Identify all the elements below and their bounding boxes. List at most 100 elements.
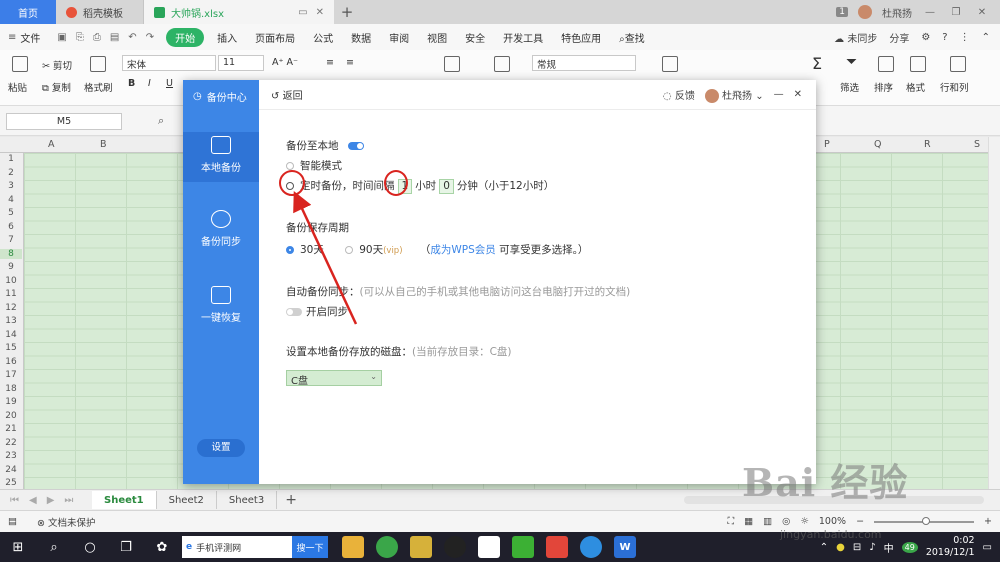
paste-button[interactable]: 粘贴 — [8, 80, 27, 94]
print-icon[interactable]: ⎙ — [93, 32, 101, 43]
tab-developer[interactable]: 开发工具 — [494, 30, 552, 45]
row-header[interactable]: 18 — [0, 384, 22, 394]
window-mode-icon[interactable]: ▭ — [298, 7, 307, 18]
row-header[interactable]: 8 — [0, 248, 22, 259]
enable-sync-toggle[interactable] — [286, 308, 302, 316]
paste-icon[interactable] — [12, 56, 28, 72]
row-header[interactable]: 5 — [0, 208, 22, 218]
reading-mode-icon[interactable]: ◎ — [782, 516, 790, 527]
tab-formulas[interactable]: 公式 — [304, 30, 342, 45]
vertical-scrollbar[interactable] — [988, 137, 1000, 489]
qq-icon[interactable] — [444, 536, 466, 558]
align-left-icon[interactable]: ≡ — [326, 57, 334, 68]
save-icon[interactable]: ▣ — [57, 32, 66, 43]
row-header[interactable]: 20 — [0, 411, 22, 421]
font-grow-icon[interactable]: A⁺ A⁻ — [272, 57, 298, 68]
format-painter-button[interactable]: 格式刷 — [84, 80, 113, 94]
zoom-slider-knob[interactable] — [922, 516, 931, 525]
yellow-app-icon[interactable] — [410, 536, 432, 558]
row-header[interactable]: 2 — [0, 168, 22, 178]
zoom-lens-icon[interactable]: ⌕ — [158, 114, 164, 128]
row-header[interactable]: 1 — [0, 154, 22, 164]
settings-icon[interactable]: ⚙ — [921, 32, 930, 43]
sidebar-item-local-backup[interactable]: 本地备份 — [183, 132, 259, 182]
search-command[interactable]: ⌕查找 — [610, 30, 654, 45]
disk-select[interactable]: C盘 ⌄ — [286, 370, 382, 387]
settings-button[interactable]: 设置 — [197, 439, 245, 457]
tab-insert[interactable]: 插入 — [208, 30, 246, 45]
local-backup-toggle[interactable] — [347, 142, 364, 150]
row-header[interactable]: 22 — [0, 438, 22, 448]
taskbar-search-input[interactable]: e 手机评测网 — [182, 536, 292, 558]
tab-review[interactable]: 审阅 — [380, 30, 418, 45]
zoom-slider[interactable] — [874, 516, 975, 525]
taskbar-search-button[interactable]: 搜一下 — [292, 536, 328, 558]
tab-page-layout[interactable]: 页面布局 — [246, 30, 304, 45]
column-header[interactable]: R — [924, 139, 931, 150]
prev-sheet-icon[interactable]: ◀ — [29, 495, 37, 506]
power-app-icon[interactable] — [546, 536, 568, 558]
row-header[interactable]: 11 — [0, 289, 22, 299]
sheet-tab-1[interactable]: Sheet1 — [92, 491, 157, 509]
notification-icon[interactable]: ▭ — [983, 542, 992, 553]
tab-start[interactable]: 开始 — [166, 27, 205, 47]
tray-badge[interactable]: 49 — [901, 541, 918, 553]
tray-expand-icon[interactable]: ⌃ — [820, 542, 828, 553]
wps-app-icon[interactable]: W — [614, 536, 636, 558]
tab-data[interactable]: 数据 — [342, 30, 380, 45]
undo-icon[interactable]: ↶ — [128, 32, 136, 43]
row-header[interactable]: 19 — [0, 397, 22, 407]
cut-button[interactable]: ✂ 剪切 — [42, 58, 72, 72]
copy-button[interactable]: ⧉ 复制 — [42, 80, 71, 94]
tab-home[interactable]: 首页 — [0, 0, 56, 24]
minimize-icon[interactable]: — — [922, 7, 938, 18]
row-header[interactable]: 12 — [0, 303, 22, 313]
minute-interval-input[interactable]: 0 — [439, 179, 454, 194]
row-header[interactable]: 21 — [0, 424, 22, 434]
penguin-app-icon[interactable] — [580, 536, 602, 558]
hamburger-icon[interactable]: ≡ — [8, 32, 16, 43]
page-break-view-icon[interactable]: ▥ — [763, 516, 772, 527]
sidebar-item-restore[interactable]: 一键恢复 — [183, 286, 259, 324]
last-sheet-icon[interactable]: ⏭ — [64, 495, 73, 506]
tab-security[interactable]: 安全 — [456, 30, 494, 45]
tab-docer-templates[interactable]: 稻壳模板 — [56, 0, 144, 24]
conditional-format-icon[interactable] — [662, 56, 678, 72]
format-painter-icon[interactable] — [90, 56, 106, 72]
tab-view[interactable]: 视图 — [418, 30, 456, 45]
volume-icon[interactable]: ♪ — [869, 542, 875, 553]
windows-start-icon[interactable]: ⊞ — [0, 532, 36, 562]
sheet-tab-2[interactable]: Sheet2 — [157, 491, 217, 509]
tab-special[interactable]: 特色应用 — [552, 30, 610, 45]
retention-30-option[interactable]: 30天 — [286, 244, 324, 256]
sync-status[interactable]: ☁ 未同步 — [834, 30, 877, 45]
file-explorer-icon[interactable] — [342, 536, 364, 558]
font-size-select[interactable]: 11 — [218, 55, 264, 71]
bold-icon[interactable]: B — [128, 78, 135, 89]
ime-indicator[interactable]: 中 — [884, 540, 894, 555]
red-app-icon[interactable] — [478, 536, 500, 558]
feedback-button[interactable]: ◌ 反馈 — [663, 87, 695, 102]
fullscreen-icon[interactable]: ⛶ — [727, 516, 734, 527]
sheet-status-icon[interactable]: ▤ — [8, 516, 17, 527]
close-dialog-icon[interactable]: ✕ — [794, 89, 802, 100]
filter-icon[interactable]: ⏷ — [846, 54, 857, 70]
zoom-level[interactable]: 100% — [819, 516, 846, 527]
rows-columns-button[interactable]: 行和列 — [940, 80, 969, 94]
collapse-ribbon-icon[interactable]: ⌃ — [982, 32, 990, 43]
row-header[interactable]: 9 — [0, 262, 22, 272]
column-header[interactable]: Q — [874, 139, 881, 150]
font-name-select[interactable]: 宋体 — [122, 55, 216, 71]
close-window-icon[interactable]: ✕ — [974, 7, 990, 18]
retention-30-radio[interactable] — [286, 246, 294, 254]
merge-cells-icon[interactable] — [444, 56, 460, 72]
filter-button[interactable]: 筛选 — [840, 80, 859, 94]
row-header[interactable]: 17 — [0, 370, 22, 380]
row-header[interactable]: 4 — [0, 195, 22, 205]
row-header[interactable]: 13 — [0, 316, 22, 326]
column-header[interactable]: S — [974, 139, 980, 150]
column-header[interactable]: B — [100, 139, 107, 150]
row-header[interactable]: 15 — [0, 343, 22, 353]
notification-badge[interactable]: 1 — [836, 7, 848, 17]
row-header[interactable]: 16 — [0, 357, 22, 367]
